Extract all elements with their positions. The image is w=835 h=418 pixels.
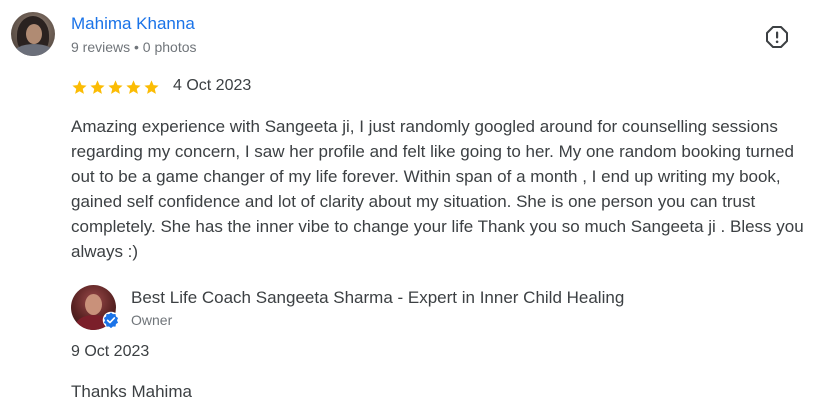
star-icon	[108, 80, 123, 94]
review-text: Amazing experience with Sangeeta ji, I j…	[71, 117, 804, 261]
reply-date: 9 Oct 2023	[71, 343, 150, 360]
reviewer-avatar[interactable]	[11, 12, 55, 56]
review-date: 4 Oct 2023	[173, 77, 252, 94]
owner-avatar[interactable]	[71, 285, 120, 330]
verified-check-icon	[102, 311, 120, 329]
reply-text: Thanks Mahima	[71, 382, 192, 401]
star-icon	[126, 80, 141, 94]
star-rating	[71, 79, 160, 96]
reviewer-meta: 9 reviews • 0 photos	[71, 39, 197, 55]
owner-name: Best Life Coach Sangeeta Sharma - Expert…	[131, 288, 625, 307]
review-card: Mahima Khanna 9 reviews • 0 photos 4 Oct…	[0, 0, 835, 418]
star-icon	[144, 80, 159, 94]
star-icon	[72, 80, 87, 94]
owner-role-label: Owner	[131, 312, 173, 328]
report-flag-icon	[766, 26, 788, 48]
star-icon	[90, 80, 105, 94]
reviewer-name-link[interactable]: Mahima Khanna	[71, 14, 195, 34]
report-review-button[interactable]	[764, 24, 790, 50]
